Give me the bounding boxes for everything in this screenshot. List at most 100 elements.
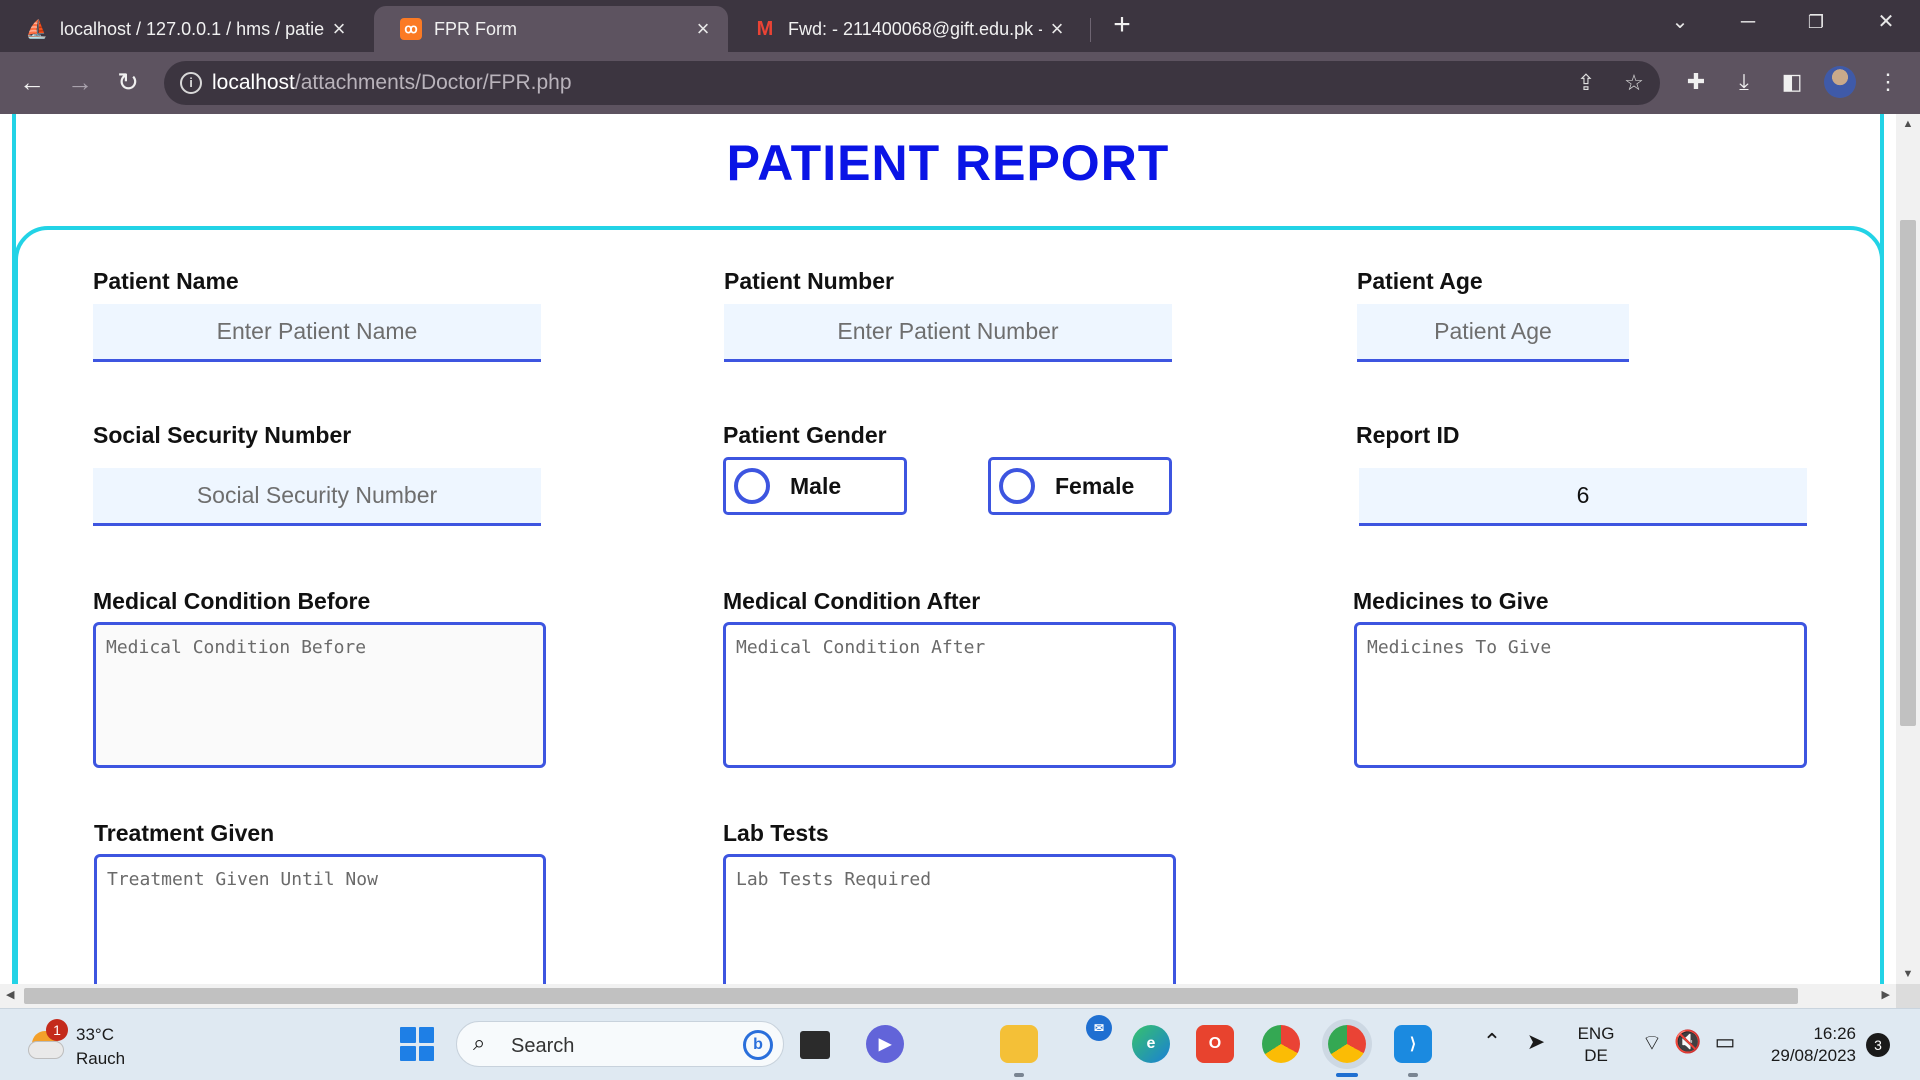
treatment-textarea[interactable] <box>94 854 546 984</box>
chrome-icon[interactable] <box>1328 1025 1366 1063</box>
close-tab-icon[interactable]: × <box>324 16 354 42</box>
start-button[interactable] <box>400 1027 434 1061</box>
messaging-icon[interactable]: ✉ <box>1086 1015 1112 1041</box>
bookmark-star-icon[interactable]: ☆ <box>1620 69 1648 97</box>
location-icon[interactable]: ➤ <box>1522 1029 1550 1055</box>
tab-phpmyadmin[interactable]: ⛵ localhost / 127.0.0.1 / hms / patie × <box>0 6 364 52</box>
horizontal-scroll-thumb[interactable] <box>24 988 1798 1004</box>
url-text[interactable]: localhost/attachments/Doctor/FPR.php <box>212 71 572 95</box>
tab-separator <box>1090 18 1091 42</box>
system-clock[interactable]: 16:26 29/08/2023 <box>1756 1023 1856 1067</box>
gender-female-radio[interactable]: Female <box>988 457 1172 515</box>
minimize-button[interactable]: ─ <box>1728 8 1768 36</box>
close-tab-icon[interactable]: × <box>1042 16 1072 42</box>
notification-badge[interactable]: 3 <box>1866 1033 1890 1057</box>
medicines-textarea[interactable] <box>1354 622 1807 768</box>
weather-desc: Rauch <box>76 1049 126 1068</box>
condition-after-label: Medical Condition After <box>723 588 981 614</box>
condition-before-textarea[interactable] <box>93 622 546 768</box>
taskbar-search[interactable]: ⌕ Search b <box>456 1021 784 1067</box>
download-icon[interactable]: ⤓ <box>1728 66 1760 98</box>
more-menu-icon[interactable]: ⋮ <box>1872 66 1904 98</box>
close-tab-icon[interactable]: × <box>688 16 718 42</box>
patient-age-input[interactable] <box>1357 304 1629 362</box>
app-running-indicator <box>1408 1073 1418 1077</box>
lang-bottom: DE <box>1584 1046 1608 1065</box>
patient-number-label: Patient Number <box>724 268 894 294</box>
report-id-label: Report ID <box>1356 422 1460 448</box>
tab-title: localhost / 127.0.0.1 / hms / patie <box>60 18 324 39</box>
patient-gender-label: Patient Gender <box>723 422 887 448</box>
xampp-icon: ꝏ <box>400 18 422 40</box>
active-app-indicator <box>1336 1073 1358 1077</box>
bing-icon[interactable]: b <box>743 1030 773 1060</box>
language-indicator[interactable]: ENG DE <box>1572 1023 1620 1067</box>
page-viewport: PATIENT REPORT Patient Name Patient Numb… <box>0 114 1896 984</box>
url-host: localhost <box>212 71 295 94</box>
close-window-button[interactable]: ✕ <box>1866 8 1906 36</box>
report-id-input[interactable] <box>1359 468 1807 526</box>
reload-icon[interactable]: ↻ <box>110 64 146 100</box>
tab-title: FPR Form <box>434 18 517 39</box>
forward-arrow-icon[interactable]: → <box>62 64 98 100</box>
scroll-right-icon[interactable]: ▶ <box>1882 988 1890 1001</box>
lang-top: ENG <box>1577 1024 1615 1043</box>
teams-chat-icon[interactable]: ▶ <box>866 1025 904 1063</box>
gender-male-radio[interactable]: Male <box>723 457 907 515</box>
horizontal-scrollbar[interactable]: ◀ ▶ <box>0 984 1896 1008</box>
radio-circle-icon <box>734 468 770 504</box>
restore-button[interactable]: ❐ <box>1796 8 1836 36</box>
vertical-scrollbar[interactable]: ▲ ▼ <box>1896 114 1920 984</box>
url-path: /attachments/Doctor/FPR.php <box>294 71 572 94</box>
clock-time: 16:26 <box>1813 1024 1856 1043</box>
condition-after-textarea[interactable] <box>723 622 1176 768</box>
side-panel-icon[interactable]: ◧ <box>1776 66 1808 98</box>
weather-widget[interactable]: 33°C Rauch <box>76 1023 125 1071</box>
patient-name-input[interactable] <box>93 304 541 362</box>
gmail-icon: M <box>756 17 774 40</box>
lab-tests-label: Lab Tests <box>723 820 829 846</box>
scrollbar-corner <box>1896 984 1920 1008</box>
share-icon[interactable]: ⇪ <box>1572 69 1600 97</box>
lab-tests-textarea[interactable] <box>723 854 1176 984</box>
phpmyadmin-icon: ⛵ <box>25 18 49 39</box>
vscode-icon[interactable]: ⟩ <box>1394 1025 1432 1063</box>
profile-avatar[interactable] <box>1824 66 1856 98</box>
office-icon[interactable]: O <box>1196 1025 1234 1063</box>
condition-before-label: Medical Condition Before <box>93 588 371 614</box>
browser-toolbar: ← → ↻ i localhost/attachments/Doctor/FPR… <box>0 52 1920 114</box>
scroll-up-icon[interactable]: ▲ <box>1896 118 1920 130</box>
tab-fpr-form[interactable]: ꝏ FPR Form × <box>374 6 728 52</box>
tab-title: Fwd: - 211400068@gift.edu.pk - <box>788 18 1042 39</box>
patient-number-input[interactable] <box>724 304 1172 362</box>
battery-icon[interactable]: ▭ <box>1710 1029 1740 1055</box>
wifi-icon[interactable]: ⌔ <box>1638 1029 1666 1057</box>
weather-temp: 33°C <box>76 1025 114 1044</box>
radio-label: Male <box>790 472 842 499</box>
ssn-input[interactable] <box>93 468 541 526</box>
edge-icon[interactable]: e <box>1132 1025 1170 1063</box>
volume-muted-icon[interactable]: 🔇 <box>1674 1029 1702 1055</box>
weather-badge: 1 <box>46 1019 68 1041</box>
extensions-icon[interactable]: ✚ <box>1680 66 1712 98</box>
task-view-icon[interactable] <box>800 1031 830 1059</box>
new-tab-button[interactable]: + <box>1106 10 1138 42</box>
ssn-label: Social Security Number <box>93 422 352 448</box>
clock-date: 29/08/2023 <box>1770 1046 1856 1065</box>
search-icon: ⌕ <box>473 1030 486 1055</box>
tab-search-icon[interactable]: ⌄ <box>1660 8 1700 36</box>
browser-tab-strip: ⛵ localhost / 127.0.0.1 / hms / patie × … <box>0 0 1920 52</box>
app-running-indicator <box>1014 1073 1024 1077</box>
address-bar[interactable]: i localhost/attachments/Doctor/FPR.php ⇪… <box>164 61 1660 105</box>
back-arrow-icon[interactable]: ← <box>14 64 50 100</box>
chrome-profile-icon[interactable] <box>1262 1025 1300 1063</box>
scroll-left-icon[interactable]: ◀ <box>6 988 14 1001</box>
vertical-scroll-thumb[interactable] <box>1900 220 1916 726</box>
file-explorer-icon[interactable] <box>1000 1025 1038 1063</box>
site-info-icon[interactable]: i <box>180 72 202 94</box>
tab-gmail[interactable]: M Fwd: - 211400068@gift.edu.pk - × <box>728 6 1082 52</box>
scroll-down-icon[interactable]: ▼ <box>1896 968 1920 980</box>
patient-name-label: Patient Name <box>93 268 239 294</box>
windows-taskbar: 1 33°C Rauch ⌕ Search b ▶ ✉ e O ⟩ ⌃ ➤ EN… <box>0 1008 1920 1080</box>
show-hidden-icons-icon[interactable]: ⌃ <box>1478 1029 1506 1055</box>
